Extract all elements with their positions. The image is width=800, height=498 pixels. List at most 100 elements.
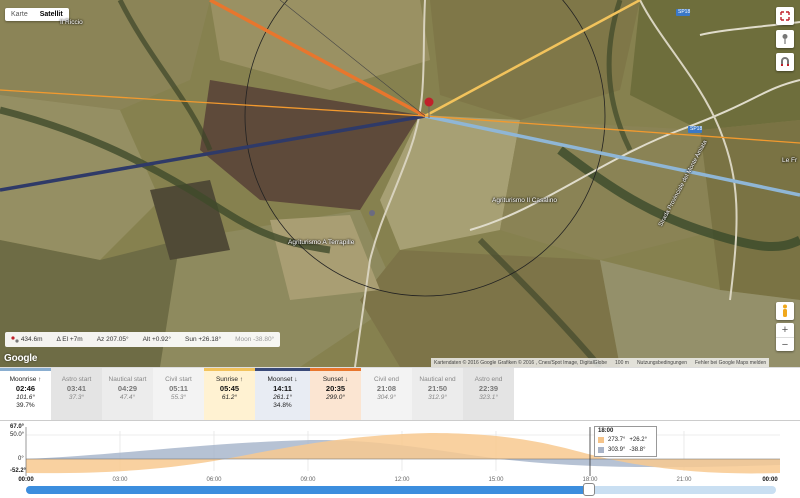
event-azimuth: 323.1° [479, 394, 498, 401]
event-time: 20:35 [325, 384, 346, 393]
moon-swatch-icon [598, 447, 604, 453]
road-badge-sp18-b: SP18 [690, 126, 703, 132]
event-astro-end[interactable]: Astro end 22:39 323.1° [463, 368, 514, 421]
place-agriturismo-casalino: Agriturismo Il Casalino [492, 197, 558, 204]
fullscreen-button[interactable] [776, 7, 794, 25]
event-moonset[interactable]: Moonset ↓ 14:11 261.1° 34.8% [255, 368, 310, 421]
tick-label: 15:00 [488, 477, 504, 483]
street-view-pegman[interactable] [776, 302, 794, 320]
event-civil-end[interactable]: Civil end 21:08 304.9° [361, 368, 412, 421]
astronomy-events-strip: Moonrise ↑ 02:46 101.6° 39.7% Astro star… [0, 367, 800, 421]
y-label-mid: 50.0° [10, 432, 25, 438]
event-azimuth: 304.9° [377, 394, 396, 401]
time-tooltip: 18:00 273.7° +26.2° 303.9° -38.8° [594, 426, 657, 457]
event-azimuth: 261.1° [273, 394, 292, 401]
event-name: Astro end [474, 376, 503, 383]
event-time: 22:39 [478, 384, 499, 393]
event-illumination: 39.7% [16, 402, 35, 409]
tick-label: 12:00 [394, 477, 410, 483]
event-name: Nautical start [108, 376, 147, 383]
magnet-button[interactable] [776, 53, 794, 71]
event-azimuth: 312.9° [428, 394, 447, 401]
event-azimuth: 37.3° [68, 394, 85, 401]
scale-label: 100 m [615, 359, 629, 366]
tick-label: 09:00 [300, 477, 316, 483]
tooltip-sun-azimuth: 273.7° [608, 437, 626, 443]
tick-label: 00:00 [762, 477, 778, 483]
event-azimuth: 299.0° [326, 394, 345, 401]
event-civil-start[interactable]: Civil start 05:11 55.3° [153, 368, 204, 421]
tooltip-moon-azimuth: 303.9° [608, 447, 626, 453]
tick-label: 03:00 [112, 477, 128, 483]
satellite-map[interactable]: Karte Satellit Il Riccio Agriturismo Il … [0, 0, 800, 367]
map-tab-karte[interactable]: Karte [5, 8, 34, 21]
zoom-in-button[interactable]: + [776, 323, 794, 337]
altitude-readout: Alt +0.92° [142, 336, 172, 343]
tick-label: 00:00 [18, 477, 34, 483]
event-azimuth: 47.4° [119, 394, 136, 401]
pin-button[interactable] [776, 30, 794, 48]
google-logo: Google [4, 353, 38, 364]
event-illumination: 34.8% [273, 402, 292, 409]
elevation-value: 434.6m [20, 336, 43, 344]
place-agriturismo-terrapille: Agriturismo A Terrapille [288, 239, 355, 246]
map-attribution: Kartendaten © 2016 Google Grafiken © 201… [431, 358, 770, 367]
y-label-zero: 0° [18, 456, 24, 462]
tooltip-moon-altitude: -38.8° [629, 447, 646, 453]
tooltip-sun-altitude: +26.2° [629, 437, 648, 443]
location-info-bar: 434.6m Δ El +7m Az 207.05° Alt +0.92° Su… [5, 332, 281, 347]
delta-elevation: Δ El +7m [56, 336, 83, 343]
event-name: Civil end [374, 376, 399, 383]
event-sunset[interactable]: Sunset ↓ 20:35 299.0° [310, 368, 361, 421]
event-time: 04:29 [117, 384, 138, 393]
map-data-credit: Kartendaten © 2016 Google Grafiken © 201… [434, 359, 608, 366]
event-time: 21:08 [376, 384, 397, 393]
fullscreen-icon [780, 11, 790, 21]
road-badge-sp18-a: SP18 [678, 9, 691, 15]
event-nautical-end[interactable]: Nautical end 21:50 312.9° [412, 368, 463, 421]
zoom-control: + − [776, 323, 794, 351]
event-azimuth: 55.3° [170, 394, 187, 401]
tick-label: 06:00 [206, 477, 222, 483]
event-name: Astro start [61, 376, 92, 383]
event-sunrise[interactable]: Sunrise ↑ 05:45 61.2° [204, 368, 255, 421]
event-azimuth: 101.6° [16, 394, 35, 401]
place-il-riccio: Il Riccio [60, 19, 83, 26]
terms-link[interactable]: Nutzungsbedingungen [637, 360, 687, 366]
tooltip-row-moon: 303.9° -38.8° [598, 445, 653, 455]
sun-altitude-readout: Sun +26.18° [185, 336, 222, 343]
event-time: 05:11 [169, 384, 188, 393]
event-name: Moonrise ↑ [9, 376, 42, 383]
event-time: 03:41 [66, 384, 87, 393]
place-le-fr: Le Fr [782, 157, 798, 164]
event-time: 02:46 [15, 384, 36, 393]
event-time: 21:50 [427, 384, 448, 393]
y-label-min: -52.2° [10, 468, 27, 474]
tooltip-time: 18:00 [598, 428, 614, 434]
event-name: Civil start [165, 376, 192, 383]
time-slider-handle[interactable] [582, 483, 595, 496]
report-error-link[interactable]: Fehler bei Google Maps melden [695, 360, 766, 366]
moon-altitude-readout: Moon -38.80° [235, 336, 275, 343]
event-moonrise[interactable]: Moonrise ↑ 02:46 101.6° 39.7% [0, 368, 51, 421]
elevation-readout: 434.6m [11, 336, 43, 343]
pin-icon [782, 34, 788, 44]
y-label-top: 67.0° [10, 424, 25, 430]
event-time: 05:45 [219, 384, 240, 393]
photo-planner-app: Karte Satellit Il Riccio Agriturismo Il … [0, 0, 800, 498]
zoom-out-button[interactable]: − [776, 337, 794, 351]
magnet-icon [781, 57, 789, 66]
tooltip-row-sun: 273.7° +26.2° [598, 435, 653, 445]
event-name: Moonset ↓ [267, 376, 298, 383]
event-nautical-start[interactable]: Nautical start 04:29 47.4° [102, 368, 153, 421]
event-name: Sunrise ↑ [215, 376, 244, 383]
sun-swatch-icon [598, 437, 604, 443]
elevation-icon [11, 336, 19, 343]
pegman-icon [783, 304, 787, 317]
time-slider-fill [26, 486, 589, 494]
event-name: Nautical end [419, 376, 456, 383]
tick-label: 21:00 [676, 477, 692, 483]
event-time: 14:11 [273, 384, 292, 393]
event-azimuth: 61.2° [221, 394, 238, 401]
event-astro-start[interactable]: Astro start 03:41 37.3° [51, 368, 102, 421]
